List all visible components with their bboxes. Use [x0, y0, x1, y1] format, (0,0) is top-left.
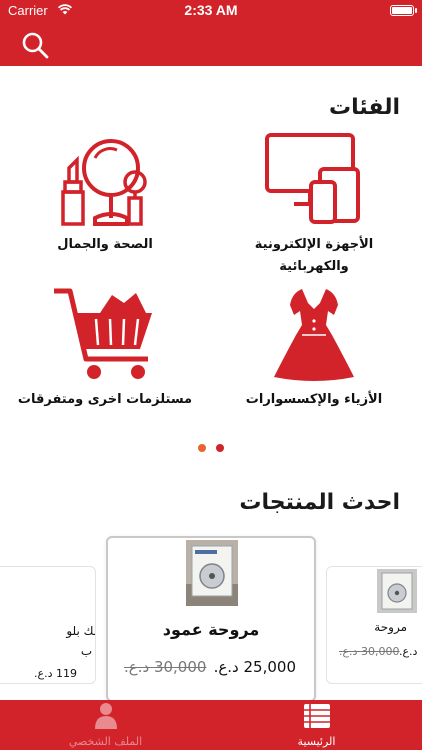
category-health-beauty[interactable]: الصحة والجمال: [5, 132, 205, 256]
product-old-price: 30,000 د.ع.: [339, 645, 400, 658]
tab-label: الرئيسية: [297, 735, 336, 748]
categories-title: الفئات: [329, 95, 400, 120]
cart-icon: [54, 288, 152, 379]
dress-icon: [274, 289, 354, 381]
product-card-main[interactable]: مروحة عمود 25,000 د.ع. 30,000 د.ع.: [106, 536, 316, 702]
category-misc[interactable]: مستلزمات اخرى ومتفرقات: [5, 285, 205, 411]
category-electronics[interactable]: الأجهزة الإلكترونية والكهربائية: [214, 132, 414, 278]
top-bar: Carrier 2:33 AM: [0, 0, 422, 66]
product-price: 119 د.ع.: [34, 667, 77, 680]
list-icon: [304, 704, 330, 728]
devices-icon: [265, 133, 360, 224]
status-bar: Carrier 2:33 AM: [0, 0, 422, 22]
status-time: 2:33 AM: [184, 2, 238, 18]
pager-dot-1[interactable]: [198, 444, 206, 452]
category-label: الصحة والجمال: [57, 237, 153, 252]
battery-icon: [390, 5, 417, 16]
product-image: [186, 540, 238, 606]
category-label: الأجهزة الإلكترونية والكهربائية: [254, 237, 374, 274]
product-old-price: 30,000 د.ع.: [124, 658, 207, 676]
product-title: مروحة عمود: [162, 620, 260, 639]
product-card[interactable]: بلو آرت سيلك بلو ساري بدون ب 119 د.ع.: [0, 566, 96, 684]
product-price: 25,000 د.ع.: [213, 658, 296, 676]
category-fashion[interactable]: الأزياء والإكسسوارات: [214, 285, 414, 411]
product-image: [377, 569, 417, 613]
tab-bar: الرئيسية الملف الشخصي: [0, 700, 422, 750]
product-card[interactable]: مروحة د.ع. 30,000 د.ع.: [326, 566, 422, 684]
products-title: احدث المنتجات: [239, 490, 400, 515]
person-icon: [95, 703, 117, 729]
category-label: مستلزمات اخرى ومتفرقات: [17, 392, 193, 407]
tab-home[interactable]: الرئيسية: [211, 700, 422, 750]
tab-label: الملف الشخصي: [68, 735, 143, 748]
beauty-icon: [61, 139, 147, 226]
search-icon[interactable]: [20, 30, 50, 60]
tab-profile[interactable]: الملف الشخصي: [0, 700, 211, 750]
pager-dot-2[interactable]: [216, 444, 224, 452]
product-price: د.ع.: [399, 645, 418, 658]
product-title: بلو آرت سيلك بلو ساري بدون ب: [66, 624, 95, 658]
product-title: مروحة: [374, 620, 407, 634]
category-label: الأزياء والإكسسوارات: [245, 392, 383, 407]
